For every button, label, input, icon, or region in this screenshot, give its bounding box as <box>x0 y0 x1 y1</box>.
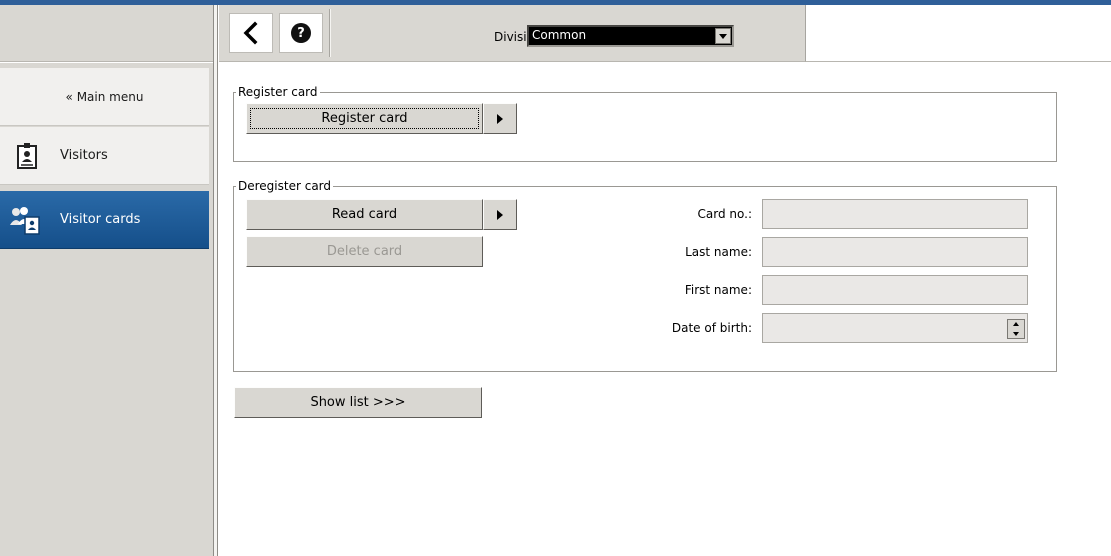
help-button[interactable]: ? <box>279 13 323 53</box>
read-card-button-label: Read card <box>331 207 398 222</box>
help-icon: ? <box>291 23 311 43</box>
sidebar-item-label: Visitor cards <box>60 212 141 227</box>
triangle-right-icon <box>497 113 503 124</box>
delete-card-button[interactable]: Delete card <box>246 236 483 267</box>
visitor-badge-icon <box>17 143 37 169</box>
first-name-field[interactable] <box>762 275 1028 305</box>
division-select[interactable]: Common <box>527 25 734 47</box>
deregister-card-group: Deregister card Read card Delete card Ca… <box>233 179 1057 372</box>
back-button[interactable] <box>229 13 273 53</box>
spin-up-icon[interactable] <box>1013 322 1019 326</box>
deregister-card-legend: Deregister card <box>238 179 332 193</box>
chevron-left-icon <box>243 21 258 45</box>
toolbar: ? Division: Common <box>219 5 806 62</box>
dropdown-arrow-icon[interactable] <box>715 28 731 44</box>
read-card-button[interactable]: Read card <box>246 199 483 230</box>
register-card-button[interactable]: Register card <box>246 103 483 134</box>
pane-splitter[interactable] <box>213 5 218 556</box>
register-card-button-label: Register card <box>250 108 479 129</box>
visitor-cards-icon <box>10 207 40 235</box>
card-no-field[interactable] <box>762 199 1028 229</box>
toolbar-divider <box>329 9 331 57</box>
date-of-birth-field[interactable] <box>762 313 1028 343</box>
sidebar-item-label: « Main menu <box>65 89 144 104</box>
date-spinner[interactable] <box>1007 319 1025 339</box>
sidebar-item-label: Visitors <box>60 148 108 163</box>
first-name-label: First name: <box>684 283 752 297</box>
register-card-legend: Register card <box>238 85 318 99</box>
toolbar-blank-area <box>806 5 1111 62</box>
delete-card-button-label: Delete card <box>326 244 403 259</box>
sidebar-item-visitor-cards[interactable]: Visitor cards <box>0 191 209 249</box>
show-list-button-label: Show list >>> <box>310 395 406 410</box>
sidebar: « Main menu Visitors Visitor cards <box>0 63 213 556</box>
date-of-birth-label: Date of birth: <box>671 321 752 335</box>
topbar-left-panel <box>0 5 213 62</box>
sidebar-item-main-menu[interactable]: « Main menu <box>0 68 209 126</box>
spin-down-icon[interactable] <box>1013 332 1019 336</box>
register-card-menu-button[interactable] <box>483 103 517 134</box>
read-card-menu-button[interactable] <box>483 199 517 230</box>
main-content: Register card Register card Deregister c… <box>219 63 1111 556</box>
sidebar-item-visitors[interactable]: Visitors <box>0 127 209 185</box>
last-name-label: Last name: <box>685 245 752 259</box>
last-name-field[interactable] <box>762 237 1028 267</box>
register-card-group: Register card Register card <box>233 85 1057 162</box>
show-list-button[interactable]: Show list >>> <box>234 387 482 418</box>
card-no-label: Card no.: <box>697 207 752 221</box>
triangle-right-icon <box>497 209 503 220</box>
division-value: Common <box>532 28 587 42</box>
